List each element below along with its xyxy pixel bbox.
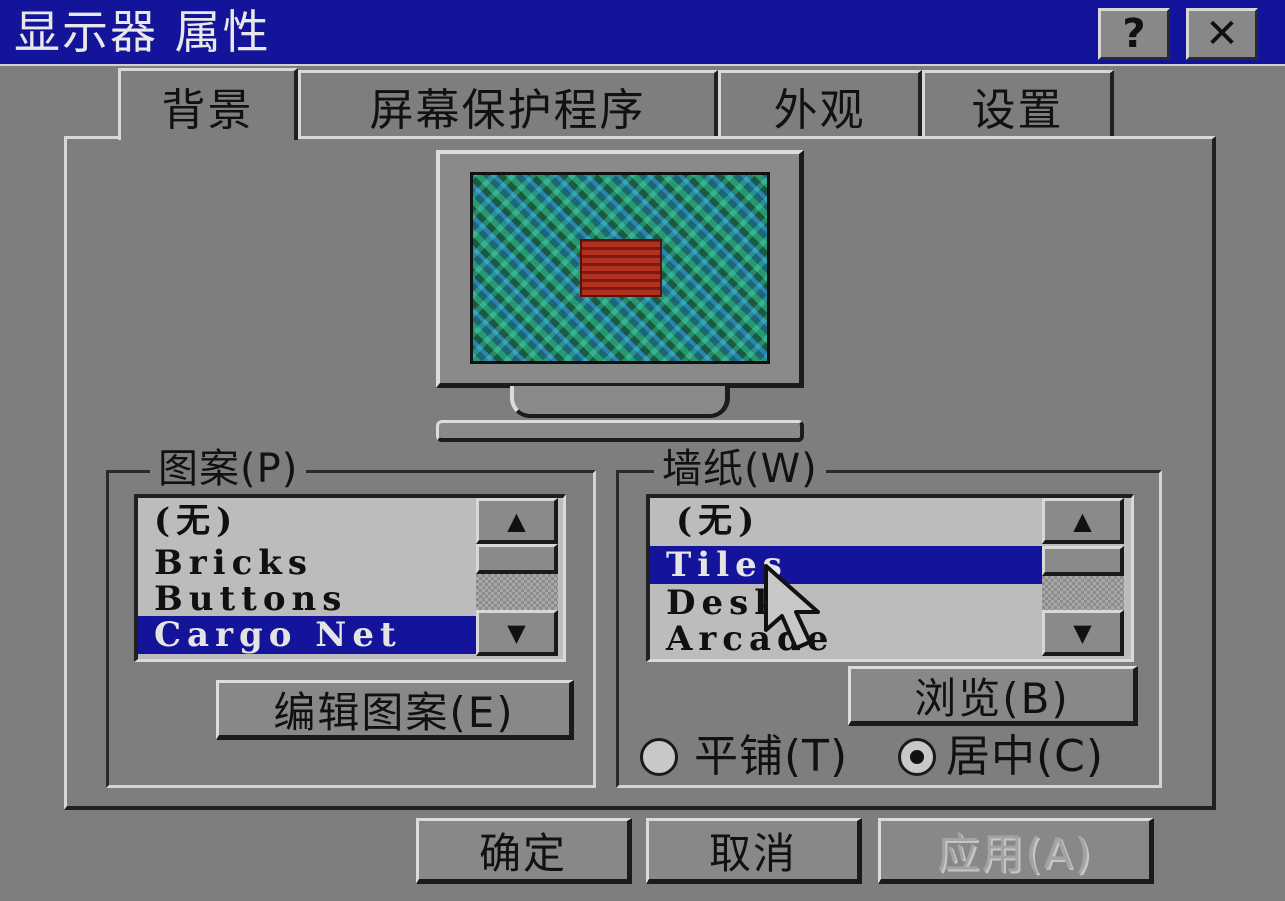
apply-button[interactable]: 应用(A) — [878, 818, 1154, 884]
pattern-listbox[interactable]: (无) Bricks Buttons Cargo Net ▲ ▼ — [134, 494, 566, 662]
wallpaper-listbox[interactable]: (无) Tiles Desk Arcade ▲ ▼ — [646, 494, 1134, 662]
tab-label: 屏幕保护程序 — [369, 84, 646, 136]
radio-center-label[interactable]: 居中(C) — [946, 732, 1104, 782]
tab-label: 外观 — [773, 84, 866, 136]
mouse-cursor-icon — [764, 564, 820, 650]
monitor-base — [436, 420, 804, 442]
list-item[interactable]: Arcade — [650, 620, 1042, 658]
help-button[interactable]: ? — [1098, 8, 1170, 60]
radio-center[interactable] — [898, 738, 936, 776]
cancel-button[interactable]: 取消 — [646, 818, 862, 884]
scroll-track[interactable] — [1042, 576, 1124, 610]
window-title: 显示器 属性 — [14, 5, 271, 59]
ok-label: 确定 — [478, 828, 567, 878]
list-item[interactable]: Desk — [650, 584, 1042, 622]
scroll-up-button[interactable]: ▲ — [476, 498, 558, 544]
scroll-down-button[interactable]: ▼ — [476, 610, 558, 656]
apply-label: 应用(A) — [937, 828, 1093, 878]
radio-tile-label[interactable]: 平铺(T) — [694, 732, 848, 782]
tab-settings[interactable]: 设置 — [922, 70, 1114, 138]
browse-label: 浏览(B) — [914, 673, 1070, 723]
tab-background[interactable]: 背景 — [118, 68, 298, 140]
cancel-label: 取消 — [708, 828, 797, 878]
close-icon: ✕ — [1205, 11, 1239, 57]
ok-button[interactable]: 确定 — [416, 818, 632, 884]
scroll-thumb[interactable] — [476, 544, 558, 574]
help-icon: ? — [1122, 11, 1146, 57]
tab-label: 设置 — [971, 84, 1064, 136]
tab-screensaver[interactable]: 屏幕保护程序 — [298, 70, 718, 138]
scroll-up-button[interactable]: ▲ — [1042, 498, 1124, 544]
browse-button[interactable]: 浏览(B) — [848, 666, 1138, 726]
scroll-thumb[interactable] — [1042, 546, 1124, 576]
close-button[interactable]: ✕ — [1186, 8, 1258, 60]
list-item[interactable]: (无) — [138, 502, 476, 540]
radio-tile[interactable] — [640, 738, 678, 776]
scroll-up-icon: ▲ — [1073, 506, 1092, 535]
pattern-group-label: 图案(P) — [150, 446, 307, 492]
center-wallpaper-preview — [580, 239, 662, 297]
edit-pattern-button[interactable]: 编辑图案(E) — [216, 680, 574, 740]
monitor-stand — [510, 386, 730, 418]
scroll-up-icon: ▲ — [507, 506, 526, 535]
wallpaper-group-label: 墙纸(W) — [654, 446, 826, 492]
tab-label: 背景 — [161, 84, 254, 136]
wallpaper-preview — [470, 172, 770, 364]
scroll-down-icon: ▼ — [507, 618, 526, 647]
scroll-down-icon: ▼ — [1073, 618, 1092, 647]
scroll-track[interactable] — [476, 574, 558, 610]
list-item-selected[interactable]: Cargo Net — [138, 616, 476, 654]
list-item[interactable]: (无) — [650, 502, 1042, 540]
list-item[interactable]: Buttons — [138, 580, 476, 618]
monitor-preview — [436, 150, 804, 388]
title-bar: 显示器 属性 ? ✕ — [0, 0, 1285, 66]
edit-pattern-label: 编辑图案(E) — [273, 687, 515, 737]
list-item[interactable]: Bricks — [138, 544, 476, 582]
list-item-selected[interactable]: Tiles — [650, 546, 1042, 584]
scroll-down-button[interactable]: ▼ — [1042, 610, 1124, 656]
tab-appearance[interactable]: 外观 — [718, 70, 922, 138]
